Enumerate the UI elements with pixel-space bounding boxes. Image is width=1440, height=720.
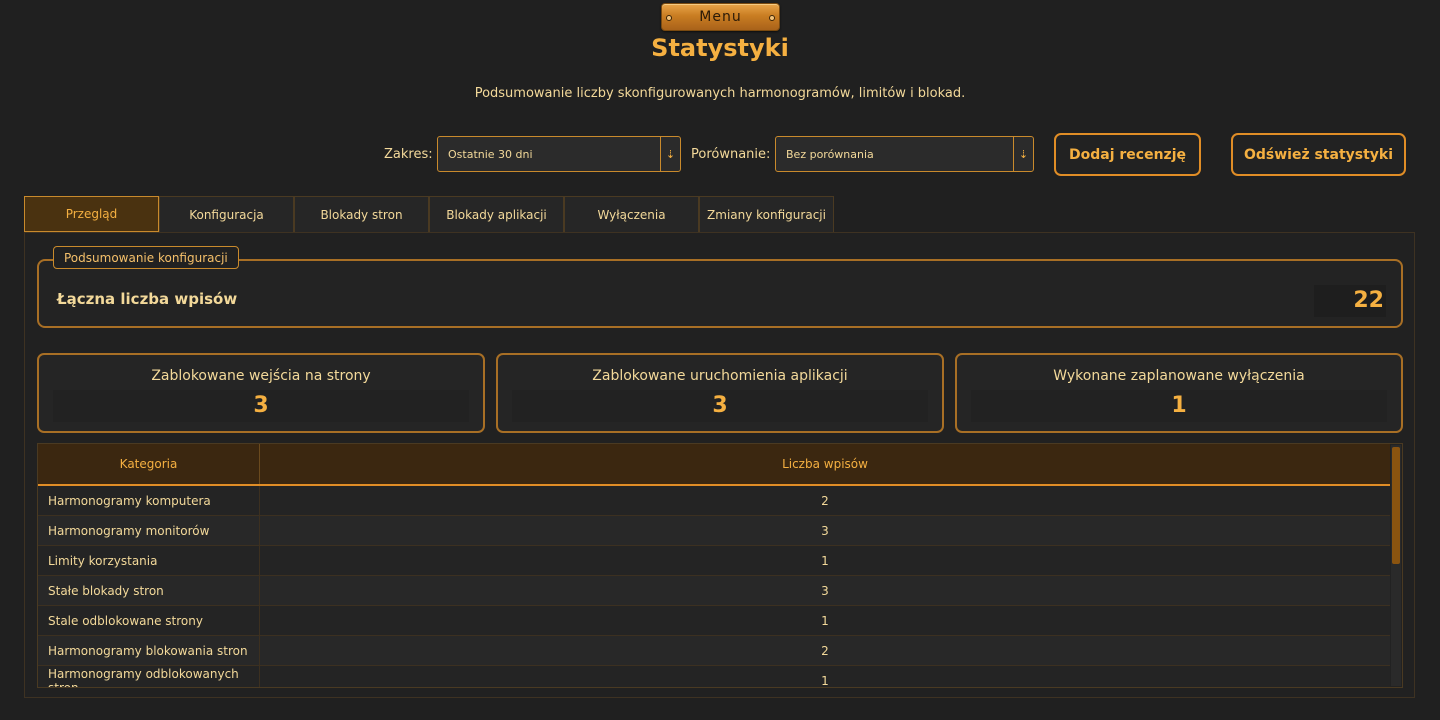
- chevron-down-icon[interactable]: ⇣: [1013, 137, 1033, 171]
- table-body: Harmonogramy komputera 2 Harmonogramy mo…: [38, 486, 1390, 688]
- cell-count: 1: [821, 553, 829, 568]
- tab-overview[interactable]: Przegląd: [24, 196, 159, 232]
- cell-count: 3: [821, 583, 829, 598]
- stat-card-site-blocks: Zablokowane wejścia na strony 3: [37, 353, 485, 433]
- stat-title: Zablokowane uruchomienia aplikacji: [592, 368, 848, 384]
- stat-title: Wykonane zaplanowane wyłączenia: [1053, 368, 1305, 384]
- cell-count: 3: [821, 523, 829, 538]
- column-header-count[interactable]: Liczba wpisów: [260, 444, 1390, 484]
- cell-category: Harmonogramy odblokowanych stron: [38, 666, 260, 687]
- compare-label: Porównanie:: [691, 147, 771, 162]
- summary-legend: Podsumowanie konfiguracji: [53, 246, 239, 269]
- add-review-button[interactable]: Dodaj recenzję: [1054, 133, 1201, 176]
- cell-category: Harmonogramy komputera: [38, 486, 260, 515]
- stat-value: 3: [53, 390, 469, 422]
- range-dropdown-value: Ostatnie 30 dni: [448, 147, 533, 161]
- cell-category: Stałe blokady stron: [38, 576, 260, 605]
- tab-app-blocks[interactable]: Blokady aplikacji: [429, 196, 564, 232]
- table-row[interactable]: Harmonogramy komputera 2: [38, 486, 1390, 516]
- rivet-icon: [769, 15, 775, 21]
- rivet-icon: [666, 15, 672, 21]
- stat-card-shutdowns: Wykonane zaplanowane wyłączenia 1: [955, 353, 1403, 433]
- cell-count: 2: [821, 643, 829, 658]
- tab-bar: Przegląd Konfiguracja Blokady stron Blok…: [24, 196, 834, 232]
- cell-count: 1: [821, 673, 829, 688]
- table-scrollbar-thumb[interactable]: [1392, 447, 1400, 564]
- cell-count: 2: [821, 493, 829, 508]
- tab-config-changes[interactable]: Zmiany konfiguracji: [699, 196, 834, 232]
- page-subtitle: Podsumowanie liczby skonfigurowanych har…: [474, 86, 966, 101]
- cell-category: Limity korzystania: [38, 546, 260, 575]
- cell-category: Stale odblokowane strony: [38, 606, 260, 635]
- table-row[interactable]: Harmonogramy blokowania stron 2: [38, 636, 1390, 666]
- compare-dropdown-value: Bez porównania: [786, 147, 874, 161]
- stat-value: 3: [512, 390, 928, 422]
- total-entries-value: 22: [1314, 285, 1386, 317]
- total-entries-label: Łączna liczba wpisów: [57, 290, 238, 308]
- menu-button[interactable]: Menu: [661, 3, 780, 31]
- page-title: Statystyki: [651, 34, 789, 62]
- tab-site-blocks[interactable]: Blokady stron: [294, 196, 429, 232]
- table-row[interactable]: Stałe blokady stron 3: [38, 576, 1390, 606]
- menu-label: Menu: [699, 9, 742, 25]
- tab-configuration[interactable]: Konfiguracja: [159, 196, 294, 232]
- table-row[interactable]: Limity korzystania 1: [38, 546, 1390, 576]
- table-header: Kategoria Liczba wpisów: [38, 444, 1390, 486]
- table-row[interactable]: Harmonogramy monitorów 3: [38, 516, 1390, 546]
- range-dropdown[interactable]: Ostatnie 30 dni ⇣: [437, 136, 681, 172]
- tab-shutdowns[interactable]: Wyłączenia: [564, 196, 699, 232]
- compare-dropdown[interactable]: Bez porównania ⇣: [775, 136, 1034, 172]
- chevron-down-icon[interactable]: ⇣: [660, 137, 680, 171]
- category-table: Kategoria Liczba wpisów Harmonogramy kom…: [37, 443, 1403, 688]
- refresh-stats-button[interactable]: Odśwież statystyki: [1231, 133, 1406, 176]
- column-header-category[interactable]: Kategoria: [38, 444, 260, 484]
- cell-category: Harmonogramy blokowania stron: [38, 636, 260, 665]
- stat-title: Zablokowane wejścia na strony: [151, 368, 371, 384]
- summary-group: [37, 259, 1403, 328]
- table-row[interactable]: Stale odblokowane strony 1: [38, 606, 1390, 636]
- cell-count: 1: [821, 613, 829, 628]
- stat-value: 1: [971, 390, 1387, 422]
- cell-category: Harmonogramy monitorów: [38, 516, 260, 545]
- table-row[interactable]: Harmonogramy odblokowanych stron 1: [38, 666, 1390, 688]
- stat-card-app-blocks: Zablokowane uruchomienia aplikacji 3: [496, 353, 944, 433]
- range-label: Zakres:: [384, 147, 433, 162]
